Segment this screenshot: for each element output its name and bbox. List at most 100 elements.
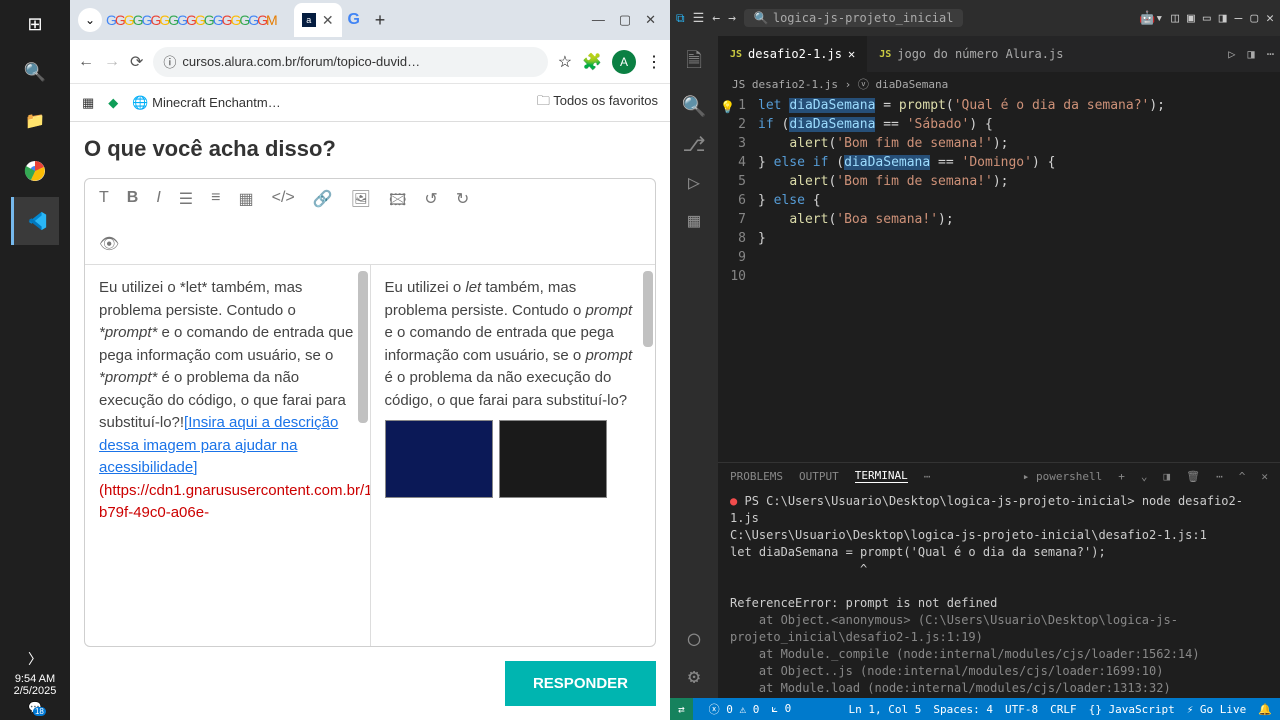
site-info-icon[interactable]: ⓘ [163, 52, 176, 71]
search-icon[interactable]: 🔍 [682, 94, 707, 118]
copilot-icon[interactable]: 🤖▾ [1139, 11, 1163, 26]
account-icon[interactable]: ◯ [688, 626, 700, 650]
ul-icon[interactable]: ☰ [179, 189, 193, 216]
respond-button[interactable]: RESPONDER [505, 661, 656, 706]
link-icon[interactable]: 🔗 [313, 189, 333, 216]
code-editor[interactable]: 💡 12345678910 let diaDaSemana = prompt('… [718, 96, 1280, 462]
back-button[interactable]: ← [78, 53, 94, 71]
active-tab[interactable]: a ✕ [294, 3, 342, 37]
split-terminal-icon[interactable]: ◨ [1164, 470, 1171, 483]
tab-google[interactable]: G [342, 11, 366, 29]
nav-forward-icon[interactable]: → [728, 11, 736, 26]
status-lang[interactable]: {} JavaScript [1089, 703, 1175, 716]
format-text-icon[interactable]: T [99, 189, 109, 216]
command-center[interactable]: 🔍 logica-js-projeto_inicial [744, 9, 964, 27]
lightbulb-icon[interactable]: 💡 [720, 98, 735, 117]
search-button[interactable]: 🔍 [11, 48, 59, 96]
terminal-output[interactable]: ● PS C:\Users\Usuario\Desktop\logica-js-… [718, 489, 1280, 698]
more-icon[interactable]: ⋯ [1261, 47, 1280, 61]
forward-button[interactable]: → [104, 53, 120, 71]
scrollbar[interactable] [643, 271, 653, 347]
collapsed-tabs[interactable]: GGGGGGGGGGGGGGGGGGM [106, 12, 294, 28]
terminal-dropdown-icon[interactable]: ⌄ [1141, 470, 1148, 483]
redo-icon[interactable]: ↻ [456, 189, 469, 216]
tab-search-button[interactable]: ⌄ [78, 8, 102, 32]
code-icon[interactable]: </> [272, 189, 295, 216]
extensions-icon[interactable]: 🧩 [582, 52, 602, 72]
panel-more-icon[interactable]: ⋯ [924, 470, 931, 483]
trash-icon[interactable]: 🗑 [1186, 470, 1200, 483]
extensions-icon[interactable]: ▦ [688, 208, 700, 232]
table-icon[interactable]: ▦ [238, 189, 253, 216]
tab-desafio2[interactable]: JSdesafio2-1.js ✕ [718, 36, 867, 72]
vscode-app[interactable] [11, 197, 59, 245]
status-eol[interactable]: CRLF [1050, 703, 1077, 716]
markdown-source-pane[interactable]: Eu utilizei o *let* também, mas problema… [85, 264, 371, 646]
status-bell-icon[interactable]: 🔔 [1258, 703, 1272, 716]
nav-back-icon[interactable]: ← [712, 11, 720, 26]
start-button[interactable]: ⊞ [11, 0, 59, 48]
status-spaces[interactable]: Spaces: 4 [933, 703, 993, 716]
terminal-tab[interactable]: TERMINAL [855, 469, 908, 483]
profile-avatar[interactable]: A [612, 50, 636, 74]
chrome-app[interactable] [11, 147, 59, 195]
layout-icon-2[interactable]: ▣ [1187, 11, 1195, 26]
bold-icon[interactable]: B [127, 189, 139, 216]
italic-icon[interactable]: I [156, 189, 160, 216]
minimize-button[interactable]: — [592, 12, 605, 28]
attached-image-2[interactable] [499, 420, 607, 498]
tab-jogo[interactable]: JSjogo do número Alura.js [867, 36, 1075, 72]
explorer-icon[interactable]: 🗎 [686, 46, 702, 80]
panel-max-icon[interactable]: ^ [1239, 470, 1246, 483]
layout-icon[interactable]: ◫ [1171, 11, 1179, 26]
maximize-button[interactable]: ▢ [619, 12, 631, 28]
preview-icon[interactable]: 👁 [99, 234, 641, 254]
status-port[interactable]: ⟀ 0 [771, 702, 791, 716]
breadcrumb[interactable]: JS desafio2-1.js › ⓥ diaDaSemana [718, 72, 1280, 96]
address-bar[interactable]: ⓘ cursos.alura.com.br/forum/topico-duvid… [153, 47, 547, 77]
split-icon[interactable]: ◨ [1242, 47, 1261, 61]
minimize-icon[interactable]: — [1235, 11, 1243, 26]
apps-icon[interactable]: ▦ [82, 95, 94, 111]
close-tab-icon[interactable]: ✕ [322, 12, 334, 29]
ol-icon[interactable]: ≡ [211, 189, 220, 216]
close-icon[interactable]: ✕ [1266, 11, 1274, 26]
panel-close-icon[interactable]: ✕ [1261, 470, 1268, 483]
panel-more2-icon[interactable]: ⋯ [1216, 470, 1223, 483]
scrollbar[interactable] [358, 271, 368, 423]
run-debug-icon[interactable]: ▷ [688, 170, 700, 194]
problems-tab[interactable]: PROBLEMS [730, 470, 783, 483]
terminal-shell[interactable]: ▸ powershell [1023, 470, 1102, 483]
image-icon[interactable]: 🖼 [351, 189, 371, 216]
status-encoding[interactable]: UTF-8 [1005, 703, 1038, 716]
all-bookmarks[interactable]: 🗀 Todos os favoritos [537, 92, 658, 114]
add-terminal-icon[interactable]: + [1118, 470, 1125, 483]
close-window-button[interactable]: ✕ [645, 12, 656, 28]
gear-icon[interactable]: ⚙ [688, 664, 700, 688]
attached-image-1[interactable] [385, 420, 493, 498]
taskbar-arrow-icon[interactable]: 〉 [28, 649, 42, 669]
status-cursor[interactable]: Ln 1, Col 5 [849, 703, 922, 716]
file-explorer-app[interactable]: 📁 [11, 97, 59, 145]
maximize-icon[interactable]: ▢ [1250, 11, 1258, 26]
layout-icon-3[interactable]: ▭ [1203, 11, 1211, 26]
close-tab-icon[interactable]: ✕ [848, 47, 855, 61]
status-golive[interactable]: ⚡ Go Live [1187, 703, 1247, 716]
output-tab[interactable]: OUTPUT [799, 470, 839, 483]
run-icon[interactable]: ▷ [1222, 47, 1241, 61]
reload-button[interactable]: ⟳ [130, 52, 143, 72]
minecraft-bookmark[interactable]: 🌐 Minecraft Enchantm… [132, 95, 280, 111]
chrome-menu-icon[interactable]: ⋮ [646, 52, 662, 72]
drive-bookmark[interactable]: ◆ [108, 95, 118, 111]
status-errors[interactable]: ⓧ 0 ⚠ 0 [709, 701, 760, 717]
bookmark-star-icon[interactable]: ☆ [558, 52, 572, 72]
menu-icon[interactable]: ☰ [693, 11, 705, 26]
taskbar-date[interactable]: 2/5/2025 [14, 685, 57, 697]
remote-button[interactable]: ⇄ [670, 698, 693, 720]
source-control-icon[interactable]: ⎇ [682, 132, 705, 156]
new-tab-button[interactable]: + [366, 10, 394, 31]
undo-icon[interactable]: ↺ [424, 189, 437, 216]
taskbar-time[interactable]: 9:54 AM [14, 673, 57, 685]
image-code-icon[interactable]: 🖾 [389, 189, 406, 216]
layout-icon-4[interactable]: ◨ [1219, 11, 1227, 26]
